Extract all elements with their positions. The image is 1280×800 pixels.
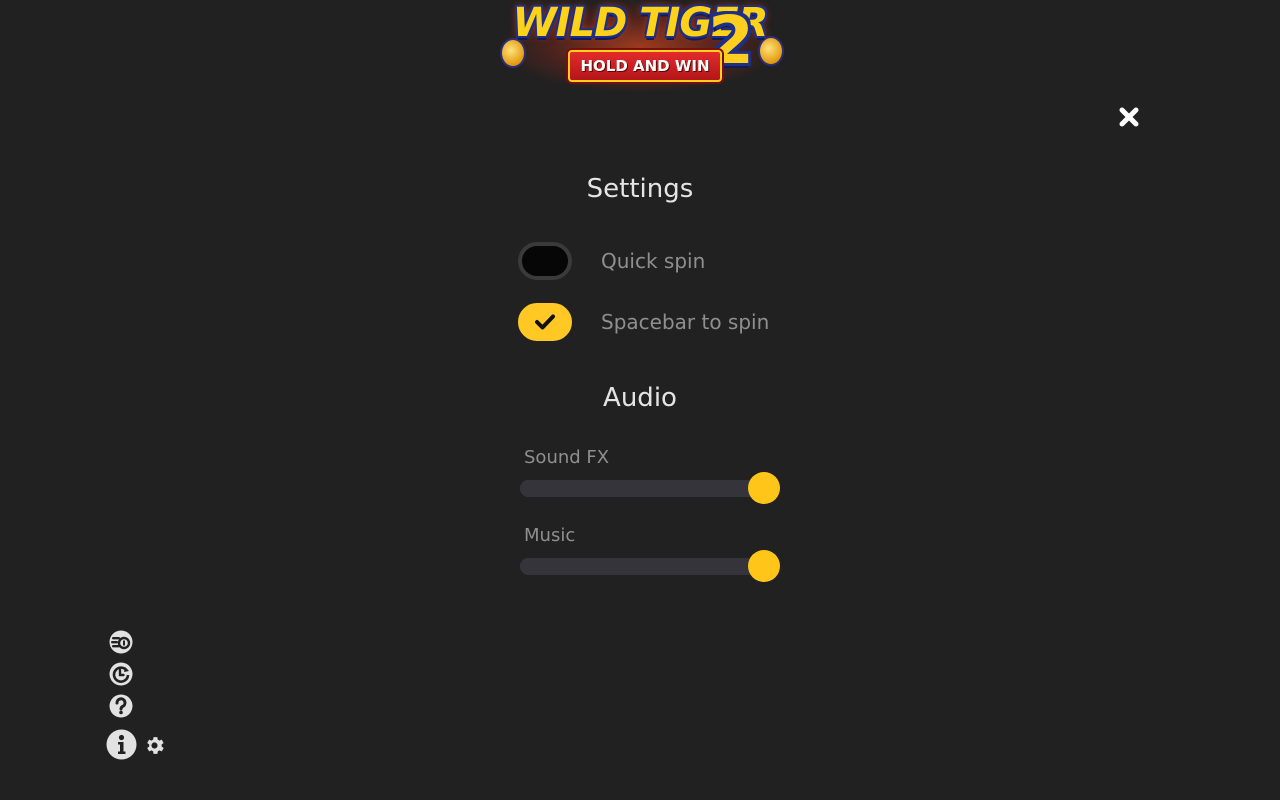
gear-icon <box>147 737 164 754</box>
spacebar-to-spin-label: Spacebar to spin <box>601 310 770 334</box>
autoplay-button[interactable] <box>108 661 134 687</box>
audio-title: Audio <box>603 383 677 413</box>
settings-button[interactable] <box>143 734 166 757</box>
checkmark-icon <box>535 314 555 330</box>
music-label: Music <box>524 525 576 546</box>
settings-screen: WILD TIGER 2 HOLD AND WIN Settings Quick… <box>0 0 1280 800</box>
sound-fx-slider-group: Sound FX <box>520 447 782 511</box>
close-icon <box>1119 107 1139 127</box>
music-slider-fill <box>520 558 764 575</box>
help-button[interactable] <box>108 693 134 719</box>
music-slider-group: Music <box>520 525 782 589</box>
help-icon <box>109 694 133 718</box>
toggle-row-spacebar: Spacebar to spin <box>518 302 769 342</box>
info-icon <box>106 729 137 760</box>
autoplay-icon <box>109 662 133 686</box>
sound-fx-slider-fill <box>520 480 764 497</box>
sound-fx-slider-track[interactable] <box>520 480 764 497</box>
quick-spin-toggle[interactable] <box>518 242 572 280</box>
logo-subtitle: HOLD AND WIN <box>568 50 722 82</box>
music-slider-track[interactable] <box>520 558 764 575</box>
close-button[interactable] <box>1114 102 1144 132</box>
game-logo: WILD TIGER 2 HOLD AND WIN <box>490 0 790 95</box>
sound-fx-label: Sound FX <box>524 447 610 468</box>
spacebar-to-spin-toggle[interactable] <box>518 303 572 341</box>
info-button[interactable] <box>106 729 137 760</box>
settings-title: Settings <box>586 174 694 204</box>
sound-fx-slider-thumb[interactable] <box>748 472 780 504</box>
quick-spin-label: Quick spin <box>601 249 706 273</box>
bet-coins-button[interactable] <box>108 629 134 655</box>
music-slider-thumb[interactable] <box>748 550 780 582</box>
bet-coins-icon <box>109 630 133 654</box>
toggle-row-quick-spin: Quick spin <box>518 241 705 281</box>
